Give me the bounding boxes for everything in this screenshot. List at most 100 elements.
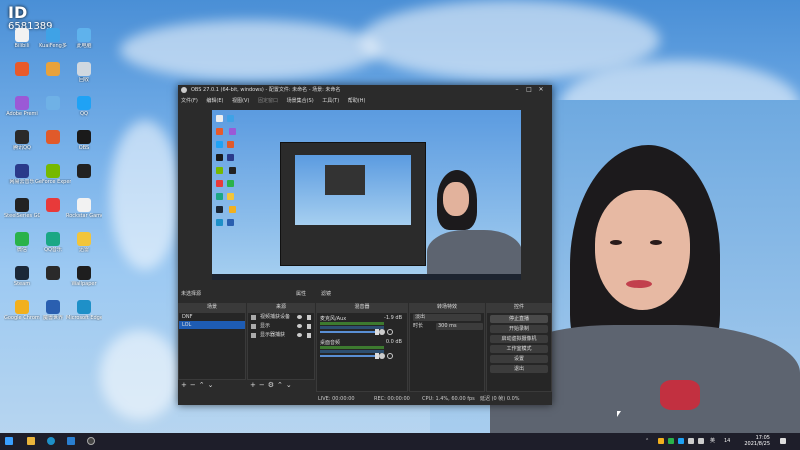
obs-window[interactable]: OBS 27.0.1 (64-bit, windows) - 配置文件: 未命名… [178, 85, 552, 405]
camera-icon [251, 315, 256, 320]
desktop-icon-label: QQ [80, 111, 88, 117]
remove-source-icon[interactable]: − [259, 381, 265, 390]
wechat-tray-icon[interactable] [668, 438, 674, 444]
minimize-icon[interactable]: – [512, 85, 522, 95]
tray-chevron-icon[interactable]: ⌃ [645, 433, 649, 450]
level-meter [320, 346, 384, 349]
obs-titlebar[interactable]: OBS 27.0.1 (64-bit, windows) - 配置文件: 未命名… [178, 85, 552, 95]
app-icon [46, 96, 60, 110]
notification-count[interactable]: 14 [724, 433, 730, 450]
eye-icon[interactable] [297, 324, 302, 328]
mixer-channel: 麦克风/Aux -1.9 dB [317, 313, 407, 337]
lock-icon[interactable] [307, 315, 311, 320]
obs-taskbar-icon[interactable] [87, 437, 95, 445]
move-down-icon[interactable]: ⌄ [286, 381, 292, 390]
source-label: 显示 [260, 323, 271, 329]
menu-view[interactable]: 视图(V) [232, 96, 249, 106]
transitions-header: 转场特效 [409, 303, 485, 312]
transition-duration-row: 时长 300 ms [410, 322, 484, 331]
source-item[interactable]: 视频捕获设备 [248, 313, 314, 322]
source-settings-icon[interactable]: ⚙ [268, 381, 274, 390]
duration-label: 时长 [413, 323, 424, 329]
source-label: 显示器捕获 [260, 332, 286, 338]
desktop-icon[interactable]: OBS [66, 130, 102, 164]
desktop-icon[interactable]: 此电脑 [66, 28, 102, 62]
menu-tools[interactable]: 工具(T) [322, 96, 339, 106]
exit-button[interactable]: 退出 [490, 365, 548, 373]
volume-slider[interactable] [320, 355, 375, 357]
properties-button[interactable]: 属性 [296, 290, 306, 299]
eye-icon[interactable] [297, 333, 302, 337]
settings-button[interactable]: 设置 [490, 355, 548, 363]
desktop-icon[interactable]: Rockstar Games [66, 198, 102, 232]
maximize-icon[interactable]: □ [524, 85, 534, 95]
gear-icon[interactable] [387, 353, 393, 359]
duration-input[interactable]: 300 ms [436, 323, 483, 330]
close-icon[interactable]: ✕ [536, 85, 546, 95]
input-language[interactable]: 英 [710, 433, 715, 450]
speaker-icon[interactable] [379, 329, 385, 335]
preview-canvas[interactable] [212, 110, 521, 280]
menu-docks[interactable]: 固定窗口 [258, 96, 278, 106]
desktop-icon[interactable]: 回收 [66, 62, 102, 96]
network-icon[interactable] [688, 438, 694, 444]
volume-slider[interactable] [320, 331, 375, 333]
desktop-icon[interactable]: Microsoft Edge [66, 300, 102, 334]
move-up-icon[interactable]: ⌃ [199, 381, 205, 390]
edge-icon[interactable] [47, 437, 55, 445]
wallpaper-cloud [120, 20, 380, 80]
transition-type-select[interactable]: 淡出 [413, 314, 481, 321]
start-icon[interactable] [5, 437, 13, 445]
scene-item-lol[interactable]: LOL [179, 321, 245, 329]
menu-help[interactable]: 帮助(H) [348, 96, 366, 106]
source-item[interactable]: 显示 [248, 322, 314, 331]
desktop-icon[interactable]: QQ [66, 96, 102, 130]
menu-edit[interactable]: 编辑(E) [206, 96, 223, 106]
notification-center-icon[interactable] [780, 438, 786, 444]
qq-icon[interactable] [67, 437, 75, 445]
virtual-camera-button[interactable]: 启动虚拟摄像机 [490, 335, 548, 343]
qq-tray-icon[interactable] [678, 438, 684, 444]
desktop-icon[interactable] [66, 164, 102, 198]
desktop-icon[interactable]: Wallpaper [66, 266, 102, 300]
app-icon [15, 96, 29, 110]
tray-app-icon[interactable] [658, 438, 664, 444]
channel-name: 桌面音频 [320, 340, 341, 346]
gear-icon[interactable] [387, 329, 393, 335]
app-icon [77, 232, 91, 246]
studio-mode-button[interactable]: 工作室模式 [490, 345, 548, 353]
menu-scene-collection[interactable]: 场景集合(S) [287, 96, 314, 106]
source-item[interactable]: 显示器捕获 [248, 331, 314, 340]
desktop-icon[interactable]: 迅雷 [66, 232, 102, 266]
status-bar: LIVE: 00:00:00 REC: 00:00:00 CPU: 1.4%, … [178, 394, 552, 405]
taskbar: ⌃ 英 14 17:05 2021/8/25 [0, 433, 800, 450]
add-source-icon[interactable]: + [250, 381, 256, 390]
clock[interactable]: 17:05 2021/8/25 [744, 435, 770, 447]
app-icon [15, 232, 29, 246]
move-up-icon[interactable]: ⌃ [277, 381, 283, 390]
preview-nested-window [325, 165, 365, 195]
wallpaper-cloud [110, 120, 180, 270]
eye-icon[interactable] [297, 315, 302, 319]
app-icon [46, 266, 60, 280]
desktop-icon-label: OBS [78, 145, 90, 151]
lock-icon[interactable] [307, 324, 311, 329]
filters-button[interactable]: 滤镜 [321, 290, 331, 299]
speaker-icon[interactable] [379, 353, 385, 359]
stop-streaming-button[interactable]: 停止直播 [490, 315, 548, 323]
move-down-icon[interactable]: ⌄ [208, 381, 214, 390]
scene-item-dnf[interactable]: DNF [179, 313, 245, 321]
speaker-icon[interactable] [698, 438, 704, 444]
lock-icon[interactable] [307, 333, 311, 338]
add-scene-icon[interactable]: + [181, 381, 187, 390]
file-explorer-icon[interactable] [27, 437, 35, 445]
app-icon [46, 130, 60, 144]
app-icon [46, 232, 60, 246]
scenes-header: 场景 [178, 303, 246, 312]
level-meter [320, 322, 384, 325]
start-recording-button[interactable]: 开始录制 [490, 325, 548, 333]
desktop-icon-label: 回收 [78, 77, 89, 83]
window-title: OBS 27.0.1 (64-bit, windows) - 配置文件: 未命名… [191, 87, 341, 93]
menu-file[interactable]: 文件(F) [181, 96, 198, 106]
remove-scene-icon[interactable]: − [190, 381, 196, 390]
